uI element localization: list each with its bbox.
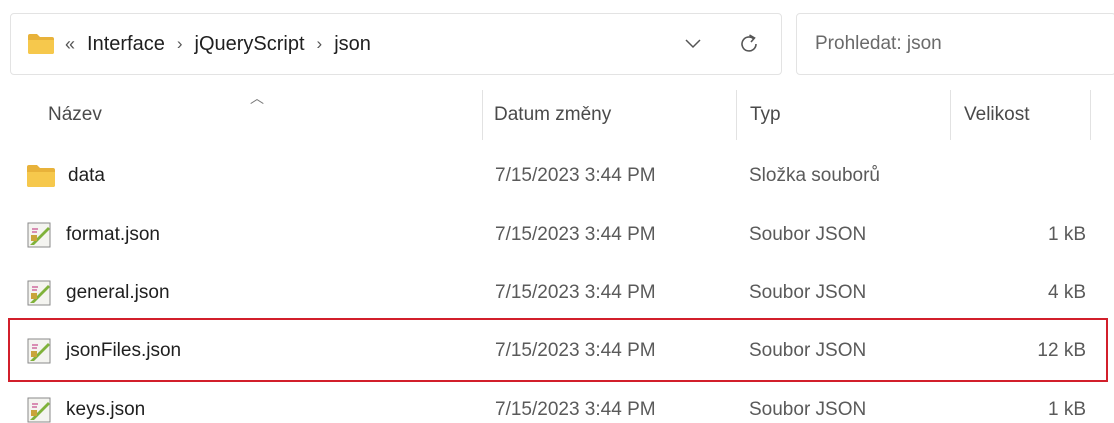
- file-type: Soubor JSON: [749, 340, 867, 361]
- file-size: 12 kB: [1037, 340, 1086, 361]
- file-size: [986, 147, 1086, 205]
- column-header-type[interactable]: Typ: [750, 84, 781, 146]
- list-item[interactable]: format.json 7/15/2023 3:44 PM Soubor JSO…: [0, 206, 1114, 264]
- list-item[interactable]: jsonFiles.json 7/15/2023 3:44 PM Soubor …: [0, 322, 1114, 380]
- json-file-icon: [26, 396, 54, 423]
- file-name: format.json: [66, 224, 160, 245]
- date-modified: 7/15/2023 3:44 PM: [495, 399, 656, 420]
- list-item[interactable]: general.json 7/15/2023 3:44 PM Soubor JS…: [0, 264, 1114, 322]
- folder-icon: [27, 33, 55, 55]
- date-modified: 7/15/2023 3:44 PM: [495, 165, 656, 186]
- file-type: Soubor JSON: [749, 399, 867, 420]
- column-divider[interactable]: [1090, 90, 1091, 140]
- sort-ascending-icon: ︿: [250, 90, 264, 106]
- breadcrumb-item-jqueryscript[interactable]: jQueryScript: [195, 33, 305, 56]
- file-name: jsonFiles.json: [66, 340, 182, 361]
- date-modified: 7/15/2023 3:44 PM: [495, 340, 656, 361]
- json-file-icon: [26, 221, 54, 249]
- date-modified: 7/15/2023 3:44 PM: [495, 282, 656, 303]
- json-file-icon: [26, 279, 54, 307]
- column-header-date[interactable]: Datum změny: [494, 84, 611, 146]
- column-divider[interactable]: [482, 90, 483, 140]
- file-name: data: [68, 165, 105, 186]
- file-size: 1 kB: [1047, 399, 1086, 420]
- list-item[interactable]: keys.json 7/15/2023 3:44 PM Soubor JSON …: [0, 381, 1114, 423]
- file-size: 4 kB: [1047, 282, 1086, 303]
- refresh-button[interactable]: [729, 26, 769, 62]
- column-header-name[interactable]: Název: [48, 84, 102, 146]
- date-modified: 7/15/2023 3:44 PM: [495, 224, 656, 245]
- file-name: keys.json: [66, 399, 146, 420]
- refresh-icon: [741, 34, 757, 52]
- file-type: Složka souborů: [749, 165, 880, 186]
- breadcrumb-separator[interactable]: ›: [177, 34, 183, 54]
- breadcrumb-overflow-button[interactable]: «: [65, 34, 75, 55]
- breadcrumb: « Interface › jQueryScript › json: [65, 33, 371, 56]
- breadcrumb-item-interface[interactable]: Interface: [87, 33, 165, 56]
- file-explorer-window: « Interface › jQueryScript › json ︿ Náze…: [0, 0, 1114, 423]
- chevron-down-icon: [685, 39, 701, 49]
- address-history-dropdown-button[interactable]: [673, 29, 713, 59]
- column-headers: ︿ Název Datum změny Typ Velikost: [0, 84, 1114, 146]
- search-box[interactable]: [796, 13, 1114, 75]
- address-bar[interactable]: « Interface › jQueryScript › json: [10, 13, 782, 75]
- list-item[interactable]: data 7/15/2023 3:44 PM Složka souborů: [0, 147, 1114, 205]
- breadcrumb-item-json[interactable]: json: [334, 33, 371, 56]
- file-size: 1 kB: [1047, 224, 1086, 245]
- column-header-size[interactable]: Velikost: [964, 84, 1029, 146]
- folder-icon: [26, 164, 56, 188]
- column-divider[interactable]: [736, 90, 737, 140]
- file-name: general.json: [66, 282, 170, 303]
- breadcrumb-separator[interactable]: ›: [317, 34, 323, 54]
- column-divider[interactable]: [950, 90, 951, 140]
- file-type: Soubor JSON: [749, 282, 867, 303]
- search-input[interactable]: [813, 32, 1097, 56]
- file-type: Soubor JSON: [749, 224, 867, 245]
- json-file-icon: [26, 337, 54, 365]
